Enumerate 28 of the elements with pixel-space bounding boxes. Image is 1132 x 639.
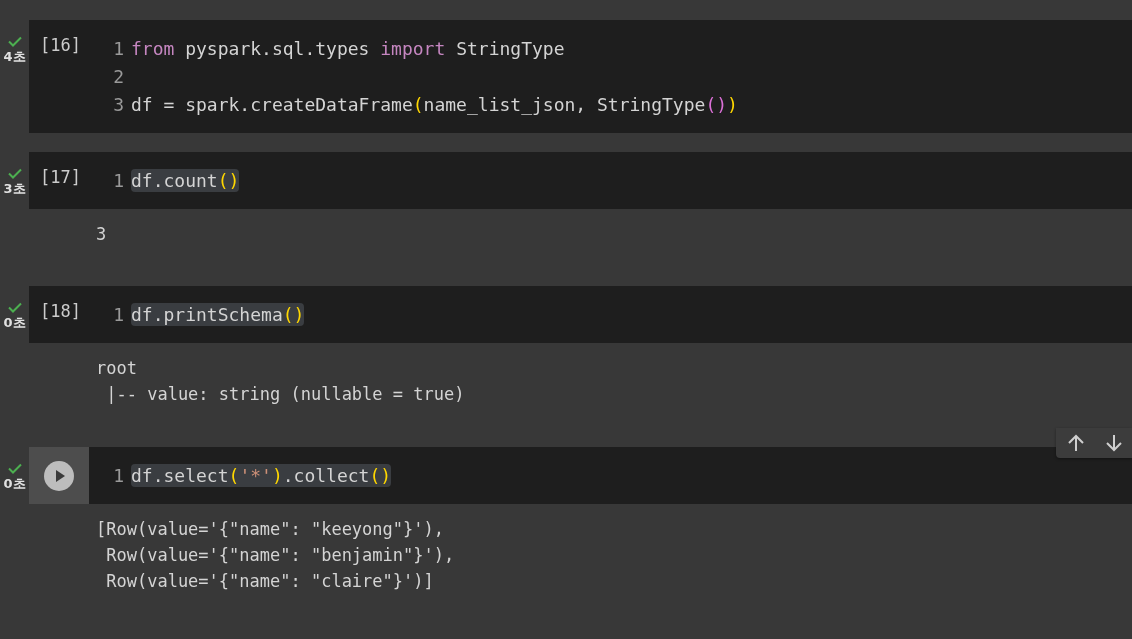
output-line: 3 [96,223,108,246]
run-button[interactable] [44,460,74,491]
line-number: 1 [112,303,124,325]
code-editor[interactable]: 1 df.select('*').collect() [29,447,1132,504]
output-line: Row(value='{"name": "benjamin"}'), [105,544,456,567]
arrow-down-icon[interactable] [1104,433,1124,453]
code-line: df = spark.createDataFrame(name_list_json, StringType()) [131,92,738,116]
execution-count: [18] [40,301,81,321]
line-number: 1 [112,464,124,486]
output-line: Row(value='{"name": "claire"}')] [105,570,435,593]
output-line: root [96,357,138,380]
execution-time: 0초 [3,475,26,493]
code-editor[interactable]: [18] 1 df.printSchema() [29,286,1132,343]
code-editor[interactable]: [17] 1 df.count() [29,152,1132,209]
code-line: from pyspark.sql.types import StringType [131,36,565,60]
line-number: 3 [112,93,124,115]
code-editor[interactable]: [16] 1 from pyspark.sql.types import StringType 2 3 df = spark.createDataFrame(name_list_json, StringType()) [29,20,1132,133]
execution-time: 3초 [3,180,26,198]
line-number: 2 [112,65,124,87]
execution-time: 0초 [3,314,26,332]
output-line: [Row(value='{"name": "keeyong"}'), [96,518,445,541]
arrow-up-icon[interactable] [1066,433,1086,453]
execution-count: [16] [40,35,81,55]
execution-count: [17] [40,167,81,187]
line-number: 1 [112,37,124,59]
execution-time: 4초 [3,48,26,66]
line-number: 1 [112,169,124,191]
output-line: |-- value: string (nullable = true) [105,383,466,406]
